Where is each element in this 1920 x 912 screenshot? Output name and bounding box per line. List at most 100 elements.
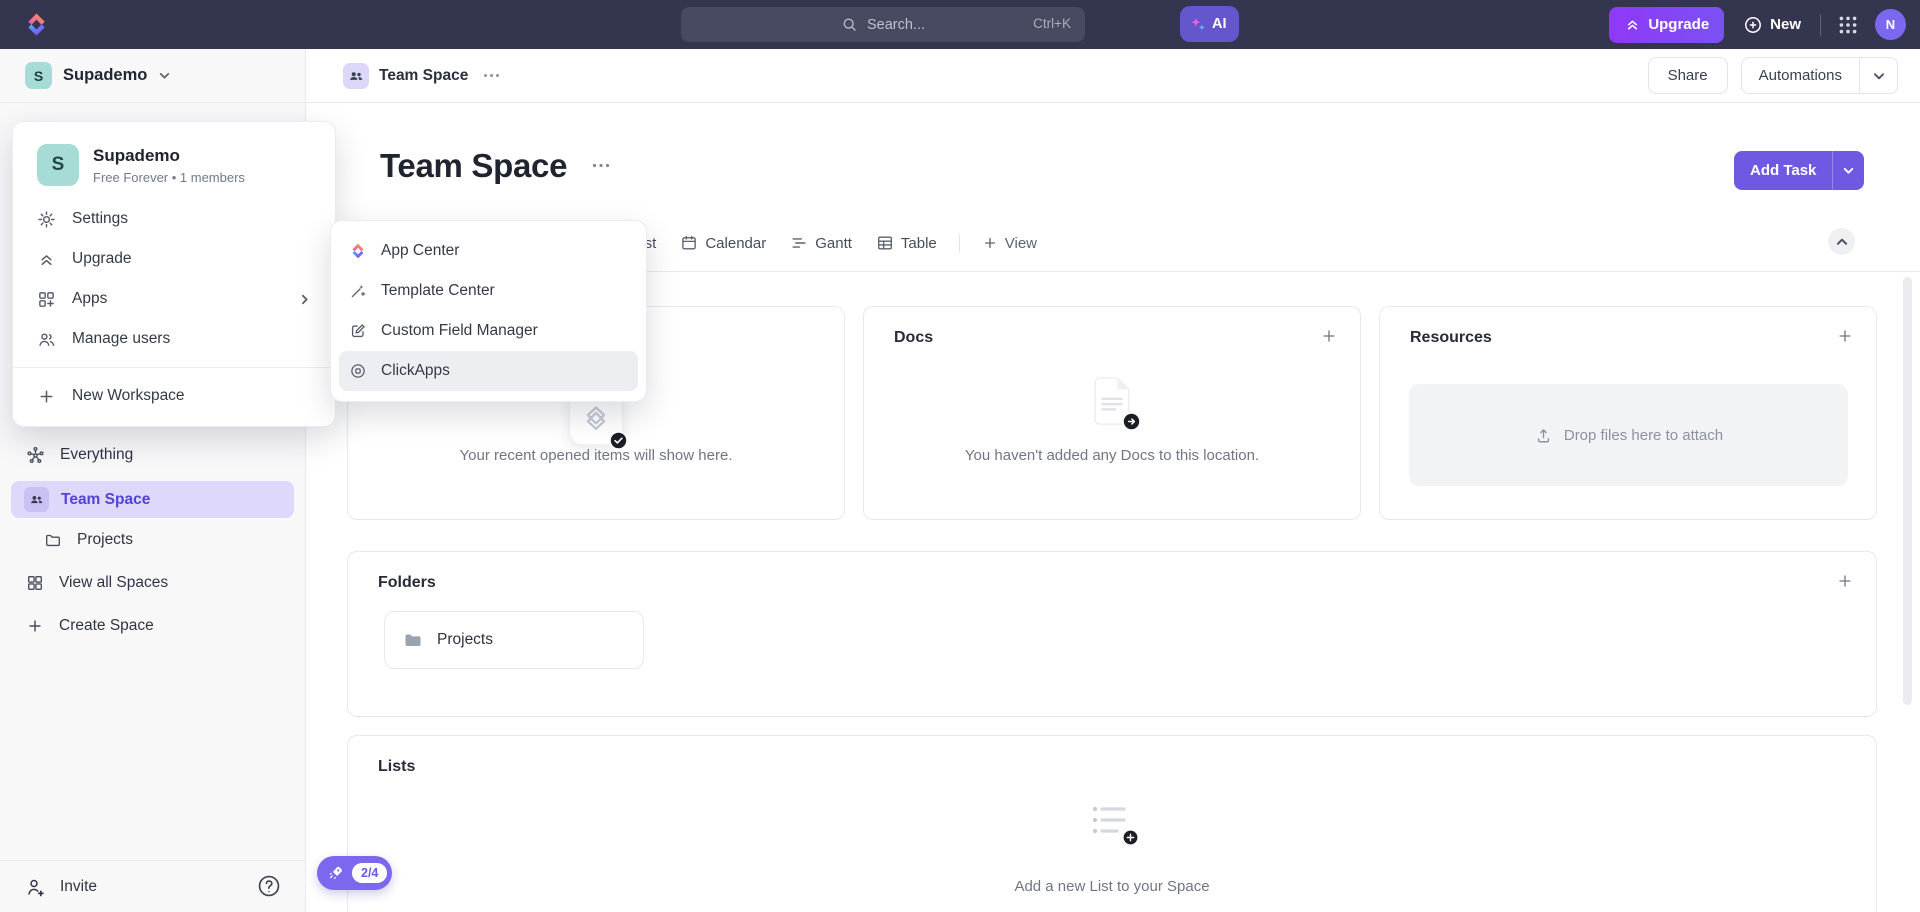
topbar: Search... Ctrl+K AI Upgrade New (0, 0, 1920, 49)
folder-item-projects[interactable]: Projects (384, 611, 644, 669)
tabs-separator (959, 234, 960, 253)
progress-badge: 2/4 (352, 863, 387, 883)
menu-item-manage-users[interactable]: Manage users (13, 319, 335, 359)
grid-plus-icon (37, 290, 56, 309)
header-row: S Supademo Team Space Share Automations (0, 49, 1920, 103)
chevron-down-icon (1842, 164, 1855, 177)
pen-box-icon (349, 322, 367, 340)
workspace-avatar: S (25, 62, 52, 89)
submenu-item-custom-field-manager[interactable]: Custom Field Manager (331, 311, 646, 351)
submenu-item-clickapps[interactable]: ClickApps (339, 351, 638, 391)
onboarding-progress-button[interactable]: 2/4 (317, 856, 392, 890)
folder-icon (403, 630, 423, 650)
chevron-right-icon (298, 293, 311, 306)
page-title-more-icon[interactable] (592, 163, 610, 168)
clickapps-icon (349, 362, 367, 380)
workspace-switcher[interactable]: S Supademo (0, 49, 306, 102)
add-task-button[interactable]: Add Task (1734, 151, 1864, 190)
plus-circle-icon (1743, 15, 1763, 35)
folder-name: Projects (437, 631, 493, 649)
menu-item-apps[interactable]: Apps (13, 279, 335, 319)
tab-table[interactable]: Table (876, 234, 937, 252)
location-bar: Team Space Share Automations (306, 49, 1920, 102)
ai-button[interactable]: AI (1180, 6, 1239, 42)
add-resource-button[interactable] (1836, 327, 1854, 345)
view-tabs: List Calendar Gantt Table View (608, 228, 1037, 258)
page-title: Team Space (380, 147, 567, 185)
folders-card: Folders Projects (347, 551, 1877, 717)
menu-item-new-workspace[interactable]: New Workspace (13, 376, 335, 416)
recent-empty-text: Your recent opened items will show here. (348, 447, 844, 464)
breadcrumb-more-icon[interactable] (483, 73, 500, 78)
drop-zone-text: Drop files here to attach (1564, 427, 1723, 444)
docs-empty-text: You haven't added any Docs to this locat… (864, 447, 1360, 464)
user-avatar[interactable]: N (1875, 9, 1906, 40)
arrow-badge-icon (1122, 412, 1141, 431)
automations-button[interactable]: Automations (1741, 57, 1898, 94)
apps-grid-icon[interactable] (1836, 13, 1860, 37)
people-icon (37, 330, 56, 349)
workspace-avatar-large: S (37, 144, 79, 186)
network-icon (26, 446, 45, 465)
workspace-name: Supademo (63, 66, 147, 85)
lists-empty-text: Add a new List to your Space (348, 878, 1876, 895)
add-folder-button[interactable] (1836, 572, 1854, 590)
vertical-scrollbar[interactable] (1903, 277, 1912, 705)
workspace-dropdown-name: Supademo (93, 146, 245, 166)
share-button[interactable]: Share (1648, 57, 1728, 94)
menu-item-upgrade[interactable]: Upgrade (13, 239, 335, 279)
team-space-icon (24, 487, 49, 512)
add-task-dropdown-chevron[interactable] (1832, 151, 1864, 190)
upgrade-button[interactable]: Upgrade (1609, 7, 1724, 43)
file-drop-zone[interactable]: Drop files here to attach (1409, 384, 1848, 486)
chevron-up-icon (1835, 235, 1849, 249)
sidebar-item-everything[interactable]: Everything (0, 435, 305, 475)
collapse-overview-button[interactable] (1828, 228, 1855, 255)
submenu-item-app-center[interactable]: App Center (331, 231, 646, 271)
grid-icon (26, 574, 44, 592)
gear-icon (37, 210, 56, 229)
automations-chevron[interactable] (1859, 57, 1897, 94)
plus-badge-icon (1122, 829, 1139, 846)
menu-item-settings[interactable]: Settings (13, 199, 335, 239)
sidebar-item-create-space[interactable]: Create Space (0, 606, 305, 646)
plus-icon (37, 387, 56, 406)
lists-card: Lists Add a new List to your Space (347, 735, 1877, 912)
submenu-item-template-center[interactable]: Template Center (331, 271, 646, 311)
clickup-logo-icon[interactable] (23, 11, 50, 38)
help-icon[interactable] (256, 873, 282, 899)
search-icon (841, 16, 858, 33)
gantt-icon (790, 234, 808, 252)
upload-icon (1534, 426, 1553, 445)
sparkles-icon (1189, 15, 1207, 33)
search-shortcut: Ctrl+K (1033, 16, 1071, 31)
docs-card-title: Docs (894, 329, 933, 347)
add-doc-button[interactable] (1320, 327, 1338, 345)
chevron-down-icon (1872, 69, 1886, 83)
folders-card-title: Folders (378, 574, 436, 592)
table-icon (876, 234, 894, 252)
sidebar-item-projects[interactable]: Projects (0, 520, 305, 560)
sidebar-item-view-all-spaces[interactable]: View all Spaces (0, 563, 305, 603)
resources-card-title: Resources (1410, 329, 1492, 347)
new-button[interactable]: New (1739, 7, 1805, 43)
app-window: Search... Ctrl+K AI Upgrade New (0, 0, 1920, 912)
tab-gantt[interactable]: Gantt (790, 234, 852, 252)
rocket-icon (327, 864, 345, 882)
plus-icon (982, 235, 998, 251)
docs-empty-icon (1091, 375, 1133, 427)
workspace-dropdown-header: S Supademo Free Forever • 1 members (13, 122, 335, 186)
calendar-icon (680, 234, 698, 252)
breadcrumb-space-name[interactable]: Team Space (379, 67, 468, 85)
add-view-button[interactable]: View (982, 235, 1037, 252)
wand-icon (349, 282, 367, 300)
chevron-down-icon (158, 69, 171, 82)
search-input[interactable]: Search... Ctrl+K (681, 7, 1085, 42)
topbar-divider (1820, 14, 1821, 36)
sidebar-item-team-space[interactable]: Team Space (11, 481, 294, 518)
tab-calendar[interactable]: Calendar (680, 234, 766, 252)
folder-icon (44, 531, 62, 549)
app-center-icon (349, 242, 367, 260)
docs-card: Docs You haven't added any Docs to this … (863, 306, 1361, 520)
workspace-plan-info: Free Forever • 1 members (93, 170, 245, 185)
